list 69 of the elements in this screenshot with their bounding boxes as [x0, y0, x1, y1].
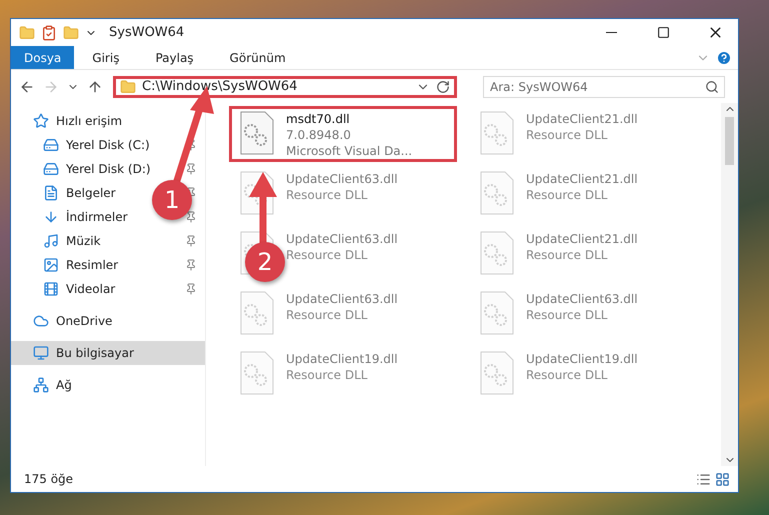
search-field[interactable]: Ara: SysWOW64 [483, 76, 725, 98]
minimize-icon [606, 32, 616, 33]
file-name[interactable]: UpdateClient19.dll [526, 351, 638, 367]
file-name[interactable]: UpdateClient21.dll [526, 171, 638, 187]
file-detail: Resource DLL [526, 307, 608, 323]
file-name[interactable]: msdt70.dll [286, 111, 412, 127]
file-detail: Resource DLL [526, 127, 608, 143]
monitor-icon [33, 345, 49, 361]
document-icon [43, 185, 59, 201]
sidebar-item[interactable]: Yerel Disk (C:) [66, 138, 150, 152]
gear-file-icon [480, 111, 514, 155]
file-detail: 7.0.8948.0 [286, 127, 352, 143]
sidebar-item[interactable]: Bu bilgisayar [56, 346, 134, 360]
sidebar-item[interactable]: Müzik [66, 234, 101, 248]
file-name[interactable]: UpdateClient63.dll [286, 291, 398, 307]
sidebar-item[interactable]: Videolar [66, 282, 116, 296]
drive-icon [43, 137, 59, 153]
gear-file-icon [240, 351, 274, 395]
drive-icon [43, 161, 59, 177]
file-detail: Microsoft Visual Da... [286, 143, 412, 159]
folder-icon [120, 78, 136, 94]
gear-file-icon [480, 291, 514, 335]
address-field[interactable]: C:\Windows\SysWOW64 [113, 76, 457, 98]
ribbon-tab[interactable]: Paylaş [137, 46, 212, 69]
scroll-thumb[interactable] [725, 117, 734, 165]
sidebar-item[interactable]: Ağ [56, 378, 72, 392]
item-count: 175 öğe [24, 472, 74, 486]
star-icon [33, 113, 49, 129]
ribbon-tab[interactable]: Giriş [74, 46, 138, 69]
music-note-icon [43, 233, 59, 249]
picture-icon [43, 257, 59, 273]
file-detail: Resource DLL [526, 247, 608, 263]
properties-icon[interactable] [41, 24, 57, 40]
window-title: SysWOW64 [109, 25, 186, 40]
gear-file-icon [240, 291, 274, 335]
file-detail: Resource DLL [286, 187, 368, 203]
file-name[interactable]: UpdateClient63.dll [286, 231, 398, 247]
file-detail: Resource DLL [286, 367, 368, 383]
tiles-view-icon[interactable] [715, 472, 730, 486]
sidebar-item[interactable]: İndirmeler [66, 210, 128, 224]
film-icon [43, 281, 59, 297]
details-view-icon[interactable] [696, 472, 711, 486]
file-name[interactable]: UpdateClient63.dll [526, 291, 638, 307]
file-name[interactable]: UpdateClient21.dll [526, 231, 638, 247]
file-tab[interactable]: Dosya [11, 46, 74, 69]
refresh-icon[interactable] [436, 80, 450, 94]
maximize-icon [656, 26, 670, 39]
gear-file-icon [480, 171, 514, 215]
file-detail: Resource DLL [286, 247, 368, 263]
sidebar-item[interactable]: Hızlı erişim [56, 114, 122, 128]
file-detail: Resource DLL [526, 367, 608, 383]
cloud-icon [33, 313, 49, 329]
sidebar-item[interactable]: Belgeler [66, 186, 116, 200]
file-name[interactable]: UpdateClient21.dll [526, 111, 638, 127]
file-detail: Resource DLL [286, 307, 368, 323]
file-name[interactable]: UpdateClient63.dll [286, 171, 398, 187]
ribbon-tab[interactable]: Görünüm [212, 46, 304, 69]
help-icon[interactable] [716, 50, 732, 66]
sidebar-item[interactable]: Resimler [66, 258, 118, 272]
gear-file-icon [480, 351, 514, 395]
network-icon [33, 377, 49, 393]
sidebar-item[interactable]: Yerel Disk (D:) [66, 162, 151, 176]
gear-file-icon [480, 231, 514, 275]
sidebar-item[interactable]: OneDrive [56, 314, 112, 328]
search-icon [705, 80, 719, 94]
scrollbar[interactable] [721, 103, 738, 466]
file-detail: Resource DLL [526, 187, 608, 203]
gear-file-icon [240, 111, 274, 155]
file-name[interactable]: UpdateClient19.dll [286, 351, 398, 367]
